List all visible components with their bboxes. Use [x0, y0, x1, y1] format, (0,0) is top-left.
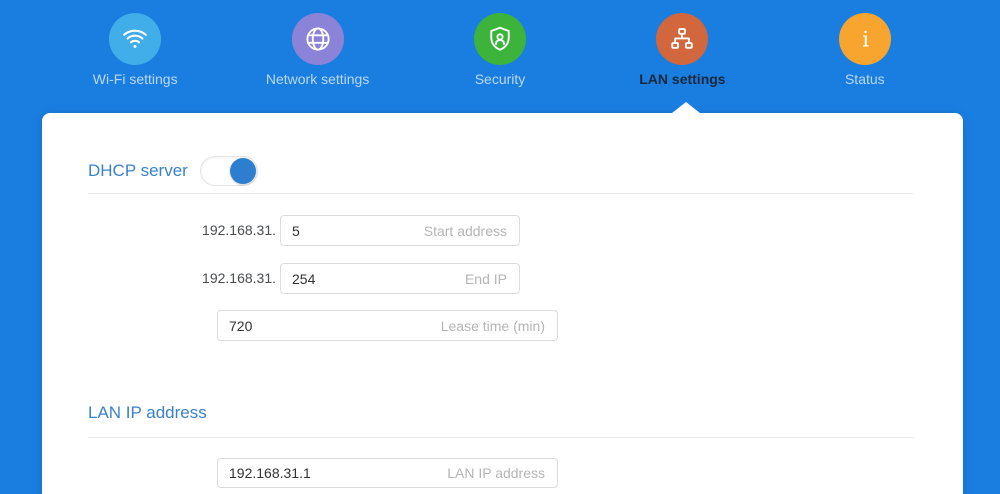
lease-time-input[interactable] — [218, 311, 557, 340]
sitemap-icon — [656, 13, 709, 65]
lan-ip-field-wrap: LAN IP address — [217, 458, 558, 488]
dhcp-server-title: DHCP server — [88, 161, 188, 180]
nav-label: Wi-Fi settings — [92, 71, 178, 87]
nav-label: LAN settings — [639, 71, 726, 87]
start-address-input[interactable] — [281, 216, 519, 245]
shield-person-icon — [474, 13, 527, 65]
lan-ip-input[interactable] — [218, 459, 557, 487]
dhcp-toggle-knob — [230, 158, 256, 184]
globe-icon — [291, 13, 344, 65]
nav-label: Security — [474, 71, 526, 87]
nav-item-network-settings[interactable]: Network settings — [226, 0, 408, 113]
end-ip-input[interactable] — [281, 264, 519, 293]
nav-item-status[interactable]: i Status — [774, 0, 956, 113]
card-notch-pointer — [672, 102, 700, 113]
wifi-icon — [109, 13, 162, 65]
end-ip-field-wrap: End IP — [280, 263, 520, 294]
nav-item-wifi-settings[interactable]: Wi-Fi settings — [44, 0, 226, 113]
lan-ip-address-title: LAN IP address — [88, 403, 207, 422]
end-ip-prefix: 192.168.31. — [202, 270, 276, 286]
settings-card: DHCP server 192.168.31. Start address 19… — [42, 102, 963, 494]
dhcp-toggle[interactable] — [200, 156, 258, 186]
nav-item-security[interactable]: Security — [409, 0, 591, 113]
start-address-prefix: 192.168.31. — [202, 222, 276, 238]
info-icon: i — [838, 13, 891, 65]
divider — [88, 437, 914, 438]
nav-label: Status — [844, 71, 885, 87]
lease-time-field-wrap: Lease time (min) — [217, 310, 558, 341]
nav-item-lan-settings[interactable]: LAN settings — [591, 0, 773, 113]
top-navigation: Wi-Fi settings Network settings Security — [0, 0, 1000, 113]
nav-label: Network settings — [265, 71, 370, 87]
divider — [88, 193, 914, 194]
svg-text:i: i — [862, 28, 869, 53]
start-address-field-wrap: Start address — [280, 215, 520, 246]
